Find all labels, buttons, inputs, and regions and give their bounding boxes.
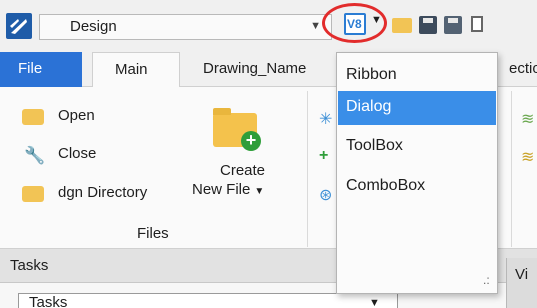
ui-mode-label: V8 — [347, 17, 362, 31]
open-label: Open — [58, 107, 95, 124]
chevron-down-icon: ▼ — [254, 186, 265, 197]
create-new-file-button[interactable]: New File ▼ — [192, 181, 264, 198]
menu-item-label: ToolBox — [346, 137, 403, 154]
group-separator — [511, 91, 512, 247]
stack-icon[interactable]: ≋ — [521, 147, 534, 167]
create-new-file-icon[interactable]: + — [213, 108, 261, 151]
ui-mode-menu: Ribbon Dialog ToolBox ComboBox .: — [336, 52, 498, 294]
menu-item-combobox[interactable]: ComboBox — [338, 170, 496, 204]
menu-item-label: Dialog — [346, 98, 392, 115]
reference-icon[interactable]: ⊛ — [319, 185, 332, 205]
chevron-down-icon[interactable]: ▼ — [369, 297, 380, 308]
group-separator — [307, 91, 308, 247]
tab-partial[interactable]: ectio — [509, 60, 537, 77]
tab-main-label: Main — [115, 61, 148, 78]
tab-drawing[interactable]: Drawing_Name — [203, 60, 306, 77]
tasks-header-label: Tasks — [10, 257, 49, 274]
resize-grip-icon[interactable]: .: — [483, 273, 490, 287]
menu-item-label: ComboBox — [346, 177, 426, 194]
dgn-directory-label: dgn Directory — [58, 184, 148, 201]
menu-item-toolbox[interactable]: ToolBox — [338, 130, 496, 164]
create-label[interactable]: Create — [220, 162, 265, 179]
tab-file-label: File — [18, 60, 43, 77]
tasks-select-value: Tasks — [29, 294, 68, 308]
close-label: Close — [58, 145, 97, 162]
folder-icon — [22, 186, 44, 202]
group-label-files: Files — [137, 225, 169, 242]
wrench-icon: 🔧 — [24, 146, 46, 165]
chevron-down-icon[interactable]: ▼ — [310, 20, 321, 32]
menu-item-label: Ribbon — [346, 66, 397, 83]
menu-item-dialog[interactable]: Dialog — [338, 91, 496, 125]
save-settings-icon[interactable] — [443, 14, 463, 34]
copy-icon[interactable] — [469, 14, 489, 34]
workflow-select[interactable]: Design ▼ — [39, 14, 332, 40]
add-icon[interactable]: + — [319, 147, 328, 165]
create-new-file-label: New File — [192, 181, 251, 198]
menu-item-ribbon[interactable]: Ribbon — [338, 59, 496, 93]
layers-icon[interactable]: ≋ — [521, 109, 534, 129]
view-tab-label: Vi — [515, 266, 529, 283]
app-logo-icon[interactable] — [6, 13, 32, 39]
tab-file[interactable]: File — [0, 52, 82, 87]
ui-mode-dropdown-arrow-icon[interactable]: ▼ — [371, 14, 382, 26]
folder-icon — [22, 109, 44, 125]
title-bar: Design ▼ V8 ▼ — [0, 0, 537, 52]
save-icon[interactable] — [418, 14, 438, 34]
sparkle-icon[interactable]: ✳ — [319, 109, 332, 129]
view-tab[interactable]: Vi — [506, 258, 537, 308]
tab-main[interactable]: Main — [92, 52, 180, 88]
workflow-select-value: Design — [70, 18, 117, 35]
ui-mode-button[interactable]: V8 — [344, 13, 366, 35]
open-folder-icon[interactable] — [392, 14, 412, 34]
tasks-select[interactable]: Tasks ▼ — [18, 293, 398, 308]
